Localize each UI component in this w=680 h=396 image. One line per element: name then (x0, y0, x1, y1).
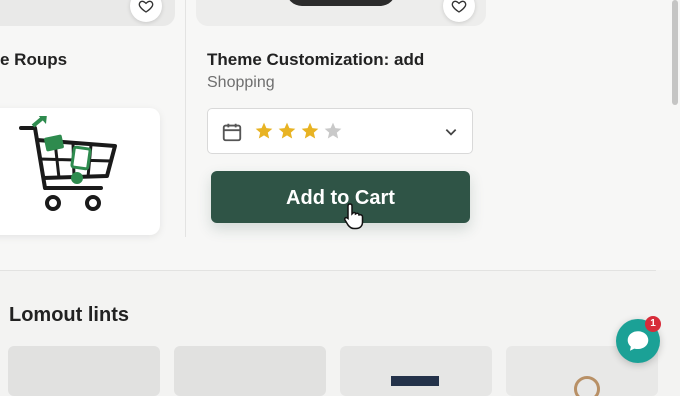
left-product-thumbnail[interactable] (0, 108, 160, 235)
chat-bubble-icon (627, 331, 649, 351)
product-image-item (574, 376, 600, 396)
heart-icon (451, 0, 467, 13)
product-card[interactable] (8, 346, 160, 396)
left-product-title[interactable]: e Roups (0, 50, 67, 70)
product-card[interactable] (340, 346, 492, 396)
heart-icon (138, 0, 154, 13)
product-image-item (391, 376, 439, 386)
scrollbar[interactable] (672, 0, 678, 105)
product-title[interactable]: Theme Customization: add (207, 50, 424, 70)
star-filled-icon (278, 122, 296, 139)
product-category: Shopping (207, 74, 275, 91)
add-to-cart-button[interactable]: Add to Cart (211, 171, 470, 223)
star-filled-icon (301, 122, 319, 139)
hand-pointer-cursor-icon (344, 203, 364, 230)
star-empty-icon (324, 122, 342, 139)
calendar-icon (222, 123, 242, 142)
section-divider (0, 270, 656, 271)
shopping-cart-icon (19, 116, 117, 211)
star-rating (254, 121, 343, 141)
chevron-down-icon (445, 129, 457, 136)
section-title: Lomout lints (9, 304, 129, 326)
rating-dropdown[interactable] (207, 108, 473, 154)
star-filled-icon (255, 122, 273, 139)
column-divider (185, 0, 186, 237)
product-card[interactable] (174, 346, 326, 396)
notification-badge: 1 (645, 316, 661, 332)
product-image-item (286, 0, 396, 6)
